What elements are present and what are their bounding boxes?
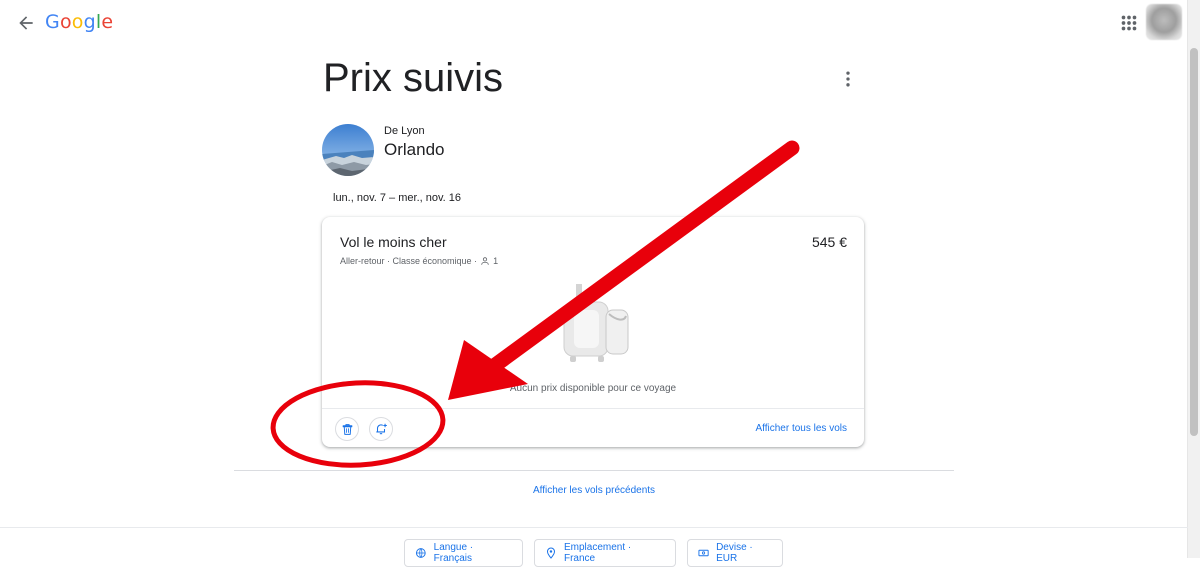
trip-type-class: Aller-retour · Classe économique · xyxy=(340,256,478,266)
page-scrollbar[interactable] xyxy=(1187,0,1200,558)
logo-letter: o xyxy=(59,11,72,33)
add-alert-icon xyxy=(376,423,387,435)
top-bar: Google xyxy=(0,0,1188,46)
scrollbar-thumb[interactable] xyxy=(1190,48,1198,436)
card-title: Vol le moins cher xyxy=(340,234,447,250)
delete-tracking-button[interactable] xyxy=(335,417,359,441)
apps-button[interactable] xyxy=(1118,12,1140,34)
destination-photo xyxy=(322,124,374,176)
logo-text: Google xyxy=(45,11,113,33)
page-title: Prix suivis xyxy=(323,56,504,100)
empty-state-message: Aucun prix disponible pour ce voyage xyxy=(509,383,677,394)
language-label: Langue · Français xyxy=(433,542,474,564)
more-vert-icon xyxy=(846,71,850,87)
trip-destination: Orlando xyxy=(384,140,445,159)
logo-letter: G xyxy=(45,11,60,33)
section-divider xyxy=(234,470,954,471)
globe-icon xyxy=(415,548,426,558)
show-all-flights-link[interactable]: Afficher tous les vols xyxy=(755,423,847,434)
person-icon xyxy=(481,257,489,265)
account-avatar[interactable] xyxy=(1146,4,1182,40)
logo-letter: e xyxy=(101,11,114,33)
currency-chip[interactable]: Devise · EUR xyxy=(687,539,783,567)
show-previous-flights-link[interactable]: Afficher les vols précédents xyxy=(0,485,1188,496)
location-pin-icon xyxy=(546,547,555,559)
suitcase-illustration xyxy=(560,280,635,365)
currency-label: Devise · EUR xyxy=(716,542,753,564)
add-alert-button[interactable] xyxy=(369,417,393,441)
logo-letter: o xyxy=(71,11,84,33)
logo-letter: g xyxy=(83,11,96,33)
card-price: 545 € xyxy=(811,234,847,250)
card-meta: Aller-retour · Classe économique · 1 xyxy=(340,256,498,266)
location-chip[interactable]: Emplacement · France xyxy=(534,539,676,567)
more-options-button[interactable] xyxy=(838,68,858,90)
apps-grid-icon xyxy=(1121,15,1137,31)
currency-icon xyxy=(698,549,709,557)
footer-divider xyxy=(0,527,1188,528)
language-chip[interactable]: Langue · Français xyxy=(404,539,523,567)
card-divider xyxy=(322,408,864,409)
arrow-back-icon xyxy=(19,16,33,30)
trash-icon xyxy=(342,423,352,435)
location-label: Emplacement · France xyxy=(563,542,632,564)
back-button[interactable] xyxy=(16,13,36,33)
trip-dates: lun., nov. 7 – mer., nov. 16 xyxy=(333,192,461,204)
google-logo[interactable]: Google xyxy=(45,11,113,33)
passenger-count: 1 xyxy=(493,256,499,266)
trip-origin: De Lyon xyxy=(384,125,425,137)
tracked-flight-card: Vol le moins cher 545 € Aller-retour · C… xyxy=(322,217,864,447)
